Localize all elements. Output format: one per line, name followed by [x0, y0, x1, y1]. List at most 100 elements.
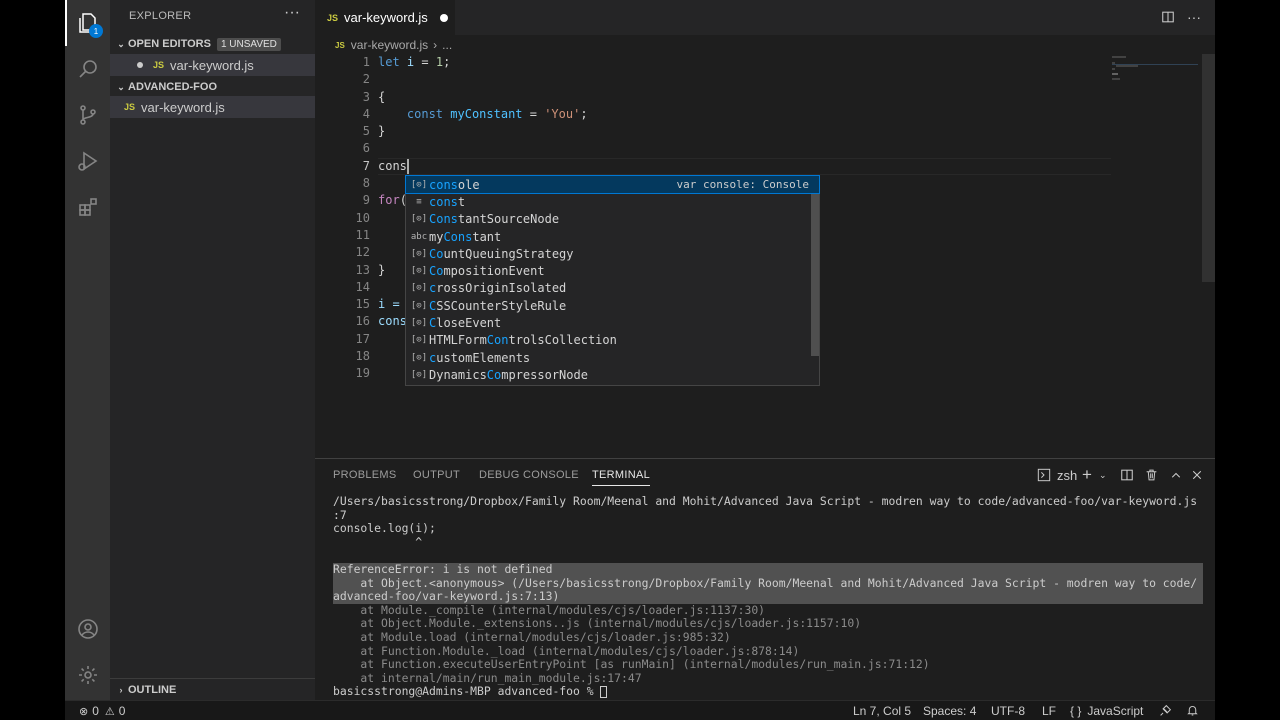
outline-section[interactable]: › OUTLINE [110, 678, 315, 700]
suggestion-item[interactable]: [⊙] customElements [406, 349, 819, 366]
explorer-activity-button[interactable]: 1 [65, 0, 110, 46]
suggestion-item[interactable]: [⊙] CSSCounterStyleRule [406, 297, 819, 314]
close-panel-icon[interactable] [1191, 467, 1203, 483]
outline-label: OUTLINE [128, 683, 177, 696]
split-editor-icon[interactable] [1159, 8, 1177, 26]
line-number: 16 [355, 314, 370, 329]
line-number: 12 [355, 245, 370, 260]
suggestion-item[interactable]: [⊙] CloseEvent [406, 314, 819, 331]
unsaved-dot-icon[interactable] [439, 13, 448, 22]
suggestion-item[interactable]: [⊙] ConstantSourceNode [406, 211, 819, 228]
terminal-line: at Module.load (internal/modules/cjs/loa… [333, 629, 731, 644]
js-file-icon: JS [327, 12, 339, 23]
line-number: 17 [355, 331, 370, 346]
maximize-panel-chevron-up-icon[interactable] [1170, 467, 1182, 483]
variable-icon: [⊙] [410, 214, 428, 225]
problems-status[interactable]: ⊗ 0 ⚠ 0 [79, 704, 125, 718]
editor-scrollbar[interactable] [1202, 54, 1215, 282]
terminal-cursor [600, 685, 608, 698]
code-line-current: cons [378, 158, 409, 174]
error-count: 0 [92, 704, 99, 718]
language-label: JavaScript [1087, 704, 1144, 718]
code-line: const myConstant = 'You'; [406, 106, 588, 121]
terminal-line: at internal/main/run_main_module.js:17:4… [333, 670, 642, 685]
suggestion-item[interactable]: abc myConstant [406, 228, 819, 245]
manage-activity-button[interactable] [65, 652, 110, 698]
variable-icon: [⊙] [410, 283, 428, 294]
explorer-badge: 1 [89, 24, 103, 38]
tab-output[interactable]: OUTPUT [413, 469, 460, 481]
braces-icon: { } [1070, 704, 1082, 718]
explorer-sidebar: EXPLORER ··· ⌄ OPEN EDITORS 1 UNSAVED JS… [110, 0, 315, 700]
variable-icon: [⊙] [410, 352, 428, 363]
suggestion-item[interactable]: [⊙] console var console: Console [405, 174, 820, 195]
sidebar-more-button[interactable]: ··· [284, 4, 300, 22]
language-mode[interactable]: { } JavaScript [1070, 704, 1143, 718]
new-terminal-plus-icon[interactable]: + [1082, 465, 1092, 484]
tab-var-keyword[interactable]: JS var-keyword.js [315, 0, 455, 35]
feedback-icon[interactable] [1159, 704, 1172, 717]
minimap[interactable] [1110, 54, 1200, 454]
tab-terminal[interactable]: TERMINAL [592, 469, 651, 486]
cursor-position[interactable]: Ln 7, Col 5 [853, 704, 911, 718]
terminal-shell-selector[interactable]: zsh [1037, 467, 1077, 483]
suggestion-item[interactable]: [⊙] DynamicsCompressorNode [406, 366, 819, 383]
line-number: 11 [355, 227, 370, 242]
breadcrumb-more[interactable]: ... [442, 38, 452, 52]
suggestion-label: customElements [429, 350, 531, 365]
folder-section[interactable]: ⌄ ADVANCED-FOO [110, 76, 315, 98]
line-number: 5 [362, 124, 370, 139]
end-of-line[interactable]: LF [1042, 704, 1056, 718]
suggestion-item[interactable]: [⊙] CompositionEvent [406, 262, 819, 279]
tab-problems[interactable]: PROBLEMS [333, 469, 397, 481]
js-file-icon: JS [124, 102, 136, 112]
terminal-prompt-line[interactable]: basicsstrong@Admins-MBP advanced-foo % [333, 685, 1203, 699]
breadcrumb-file[interactable]: var-keyword.js [351, 38, 428, 52]
terminal-output[interactable]: /Users/basicsstrong/Dropbox/Family Room/… [333, 494, 1203, 699]
suggestion-item[interactable]: [⊙] crossOriginIsolated [406, 280, 819, 297]
suggestion-item[interactable]: [⊙] HTMLFormControlsCollection [406, 332, 819, 349]
suggestion-item[interactable]: [⊙] CountQueuingStrategy [406, 245, 819, 262]
folder-label: ADVANCED-FOO [128, 81, 218, 93]
line-number: 14 [355, 279, 370, 294]
accounts-activity-button[interactable] [65, 606, 110, 652]
terminal-line: :7 [333, 507, 347, 522]
open-editor-item[interactable]: JS var-keyword.js [110, 54, 315, 76]
tab-debug-console[interactable]: DEBUG CONSOLE [479, 469, 579, 481]
line-number-gutter: 1 2 3 4 5 6 7 8 9 10 11 12 13 14 15 16 17 18 19 [315, 54, 370, 383]
trash-icon[interactable] [1145, 467, 1158, 483]
suggestion-label: HTMLFormControlsCollection [429, 333, 617, 348]
chevron-down-icon[interactable]: ⌄ [1099, 467, 1107, 483]
bell-icon[interactable] [1186, 704, 1199, 717]
terminal-line: at Function.executeUserEntryPoint [as ru… [333, 657, 930, 672]
line-number: 1 [362, 55, 370, 69]
activity-bar: 1 [65, 0, 110, 700]
unsaved-dot-icon[interactable] [137, 62, 143, 68]
run-debug-activity-button[interactable] [65, 138, 110, 184]
warning-count: 0 [118, 704, 126, 718]
code-line: { [378, 89, 386, 104]
suggest-widget: [⊙] console var console: Console ≡ const [⊙] C… [405, 174, 820, 386]
terminal-line: ReferenceError: i is not defined [333, 562, 1203, 577]
suggestion-label: DynamicsCompressorNode [429, 367, 588, 382]
encoding[interactable]: UTF-8 [991, 704, 1025, 718]
chevron-right-icon: › [119, 684, 123, 695]
suggestion-item[interactable]: ≡ const [406, 193, 819, 210]
error-icon: ⊗ [79, 705, 89, 718]
variable-icon: [⊙] [410, 248, 428, 259]
breadcrumb-separator: › [433, 38, 438, 52]
line-number: 8 [362, 176, 370, 191]
indentation[interactable]: Spaces: 4 [923, 704, 976, 718]
search-activity-button[interactable] [65, 46, 110, 92]
open-editors-section[interactable]: ⌄ OPEN EDITORS 1 UNSAVED [110, 33, 315, 55]
split-terminal-icon[interactable] [1120, 467, 1134, 483]
line-number: 4 [362, 106, 370, 121]
status-bar: ⊗ 0 ⚠ 0 Ln 7, Col 5 Spaces: 4 UTF-8 LF {… [65, 700, 1215, 720]
more-actions-icon[interactable]: ··· [1185, 8, 1203, 26]
terminal-line: ^ [333, 534, 423, 549]
source-control-activity-button[interactable] [65, 92, 110, 138]
line-number: 2 [362, 72, 370, 87]
extensions-activity-button[interactable] [65, 184, 110, 230]
folder-file-item[interactable]: JS var-keyword.js [110, 96, 315, 118]
